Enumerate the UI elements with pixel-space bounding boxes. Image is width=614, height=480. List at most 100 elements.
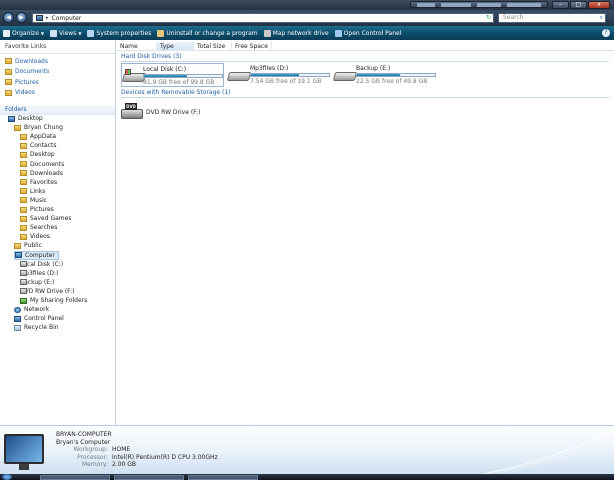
favorite-links-heading: Favorite Links [0, 40, 115, 54]
system-properties-button[interactable]: System properties [87, 29, 152, 37]
drive-icon [20, 261, 27, 268]
tree-item[interactable]: Music [20, 196, 47, 205]
tree-item-label: Saved Games [30, 215, 72, 223]
tree-item[interactable]: Links [20, 187, 45, 196]
tree-item-label: Control Panel [24, 315, 64, 323]
column-header-name[interactable]: Name [117, 42, 157, 51]
detail-key: Workgroup: [73, 446, 108, 453]
tree-item-label: Videos [30, 233, 50, 241]
tree-item[interactable]: Favorites [20, 178, 57, 187]
tree-item[interactable]: Computer [14, 250, 59, 260]
folder-icon [14, 124, 21, 131]
drive-item-c[interactable]: Local Disk (C:) 81.9 GB free of 99.8 GB [121, 63, 224, 87]
favorite-link-label: Downloads [15, 57, 48, 65]
drive-free-space: 81.9 GB free of 99.8 GB [143, 79, 215, 86]
tree-item[interactable]: AppData [20, 132, 56, 141]
drive-name: Backup (E:) [356, 65, 391, 72]
taskbar-button[interactable] [188, 475, 258, 480]
control-panel-label: Open Control Panel [343, 29, 402, 37]
tree-item[interactable]: Bryan Chung [14, 123, 63, 132]
taskbar-button[interactable] [40, 475, 110, 480]
system-properties-label: System properties [96, 29, 152, 37]
drive-item-f[interactable]: DVD DVD RW Drive (F:) [121, 102, 201, 122]
computer-name: BRYAN-COMPUTER [56, 431, 112, 438]
drive-free-space: 22.5 GB free of 49.8 GB [356, 78, 428, 85]
detail-value: Intel(R) Pentium(R) D CPU 3.00GHz [112, 453, 218, 461]
tree-item[interactable]: Searches [20, 223, 57, 232]
folder-icon [20, 206, 27, 213]
help-icon[interactable]: ? [602, 29, 610, 37]
address-bar[interactable]: ▸ Computer ↻ [32, 13, 494, 23]
drive-item-e[interactable]: Backup (E:) 22.5 GB free of 49.8 GB [332, 63, 436, 87]
favorite-link-documents[interactable]: Documents [0, 67, 115, 78]
breadcrumb-computer[interactable]: Computer [52, 15, 82, 22]
blue-icon [15, 252, 22, 258]
start-button[interactable] [2, 474, 12, 480]
forward-button[interactable]: ▶ [16, 12, 27, 23]
group-header-hard-disk-drives[interactable]: Hard Disk Drives (3) [121, 52, 609, 62]
tree-item[interactable]: Mp3files (D:) [20, 269, 58, 278]
map-network-drive-button[interactable]: Map network drive [263, 29, 329, 37]
tree-item-label: DVD RW Drive (F:) [20, 287, 75, 295]
tree-item[interactable]: Public [14, 241, 42, 250]
tree-item[interactable]: Backup (E:) [20, 278, 54, 287]
tree-item[interactable]: DVD RW Drive (F:) [20, 287, 75, 296]
tree-item[interactable]: Saved Games [20, 214, 71, 223]
tree-item[interactable]: Control Panel [14, 314, 64, 323]
tree-item[interactable]: Videos [20, 232, 50, 241]
search-input[interactable]: Search ⌕ [498, 13, 606, 23]
tree-item[interactable]: Desktop [20, 150, 55, 159]
back-button[interactable]: ◀ [3, 12, 14, 23]
blue-icon [14, 315, 21, 322]
column-headers: Name Type Total Size Free Space [117, 42, 614, 51]
favorite-link-pictures[interactable]: Pictures [0, 77, 115, 88]
favorite-link-downloads[interactable]: Downloads [0, 56, 115, 67]
tree-item-label: Favorites [30, 178, 58, 186]
detail-value: 2.00 GB [112, 461, 137, 468]
tree-item[interactable]: Contacts [20, 141, 56, 150]
maximize-button[interactable]: □ [570, 1, 587, 9]
drive-name: Local Disk (C:) [143, 66, 187, 73]
search-icon[interactable]: ⌕ [600, 14, 603, 22]
tree-item[interactable]: Downloads [20, 169, 63, 178]
tree-item[interactable]: My Sharing Folders [20, 296, 87, 305]
organize-icon [3, 29, 10, 37]
dvd-icon-label: DVD [125, 103, 137, 110]
tree-item-label: Computer [25, 251, 55, 259]
tree-item[interactable]: Desktop [8, 114, 43, 123]
taskbar-button[interactable] [114, 475, 184, 480]
open-control-panel-button[interactable]: Open Control Panel [334, 29, 402, 37]
detail-key: Processor: [77, 453, 108, 461]
organize-button[interactable]: Organize ▼ [3, 29, 44, 37]
column-header-type[interactable]: Type [157, 42, 194, 51]
folder-icon [20, 233, 27, 240]
uninstall-program-button[interactable]: Uninstall or change a program [157, 29, 258, 37]
column-header-free-space[interactable]: Free Space [232, 42, 272, 51]
folder-icon [20, 161, 27, 167]
tree-item-label: My Sharing Folders [30, 297, 88, 304]
column-header-total-size[interactable]: Total Size [194, 42, 232, 51]
favorite-link-label: Videos [15, 89, 35, 97]
system-properties-icon [87, 29, 95, 37]
tree-item-label: Recycle Bin [24, 324, 59, 332]
tree-item-label: Bryan Chung [24, 124, 63, 132]
group-header-removable-storage[interactable]: Devices with Removable Storage (1) [121, 88, 609, 98]
map-drive-label: Map network drive [272, 29, 329, 37]
folder-icon [20, 179, 27, 186]
refresh-icon[interactable]: ↻ [486, 14, 491, 21]
favorite-link-videos[interactable]: Videos [0, 88, 115, 99]
tree-item[interactable]: Documents [20, 160, 64, 169]
folder-icon [5, 89, 12, 96]
drive-item-d[interactable]: Mp3files (D:) 7.54 GB free of 19.1 GB [226, 63, 330, 87]
views-button[interactable]: Views ▼ [49, 29, 81, 37]
taskbar [0, 474, 614, 480]
tree-item[interactable]: Pictures [20, 205, 54, 214]
tree-item[interactable]: Network [14, 305, 49, 314]
close-button[interactable]: x [588, 1, 610, 9]
hard-drive-icon [226, 66, 252, 84]
tree-item[interactable]: Local Disk (C:) [20, 260, 63, 269]
tree-item-label: Desktop [18, 115, 43, 122]
tree-item[interactable]: Recycle Bin [14, 323, 59, 332]
minimize-button[interactable]: – [552, 1, 569, 9]
drive-name: DVD RW Drive (F:) [146, 108, 201, 116]
